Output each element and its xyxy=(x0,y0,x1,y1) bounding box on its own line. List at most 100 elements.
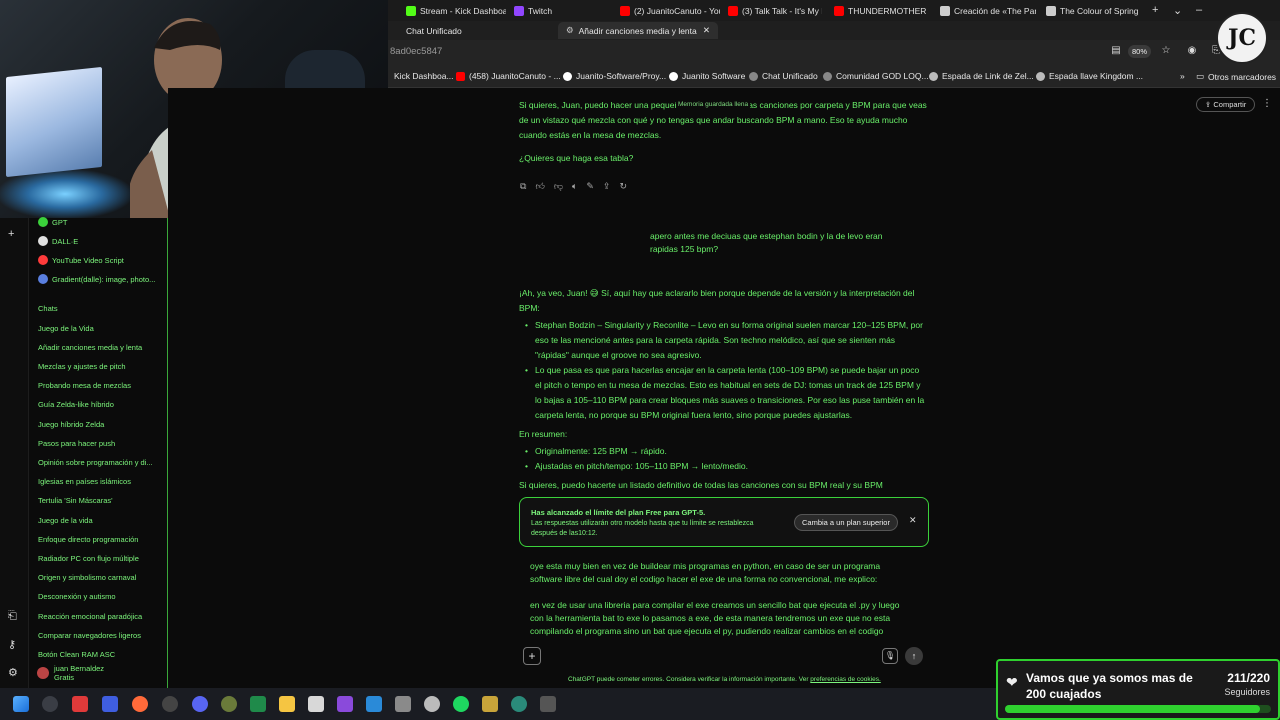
sidebar-chat-item[interactable]: Juego de la Vida xyxy=(38,324,166,333)
tab-twitch[interactable]: Twitch xyxy=(514,2,614,19)
edit-icon[interactable]: ✎ xyxy=(586,181,594,192)
app-icon[interactable] xyxy=(308,696,324,712)
library-icon[interactable]: ⎗ xyxy=(8,610,17,623)
bookmarks-overflow-icon[interactable]: » xyxy=(1180,71,1185,81)
app-icon[interactable] xyxy=(424,696,440,712)
sidebar-chat-item[interactable]: Juego híbrido Zelda xyxy=(38,420,166,429)
sidebar-chat-item[interactable]: Juego de la vida xyxy=(38,516,166,525)
bookmark-github-proyectos[interactable]: Juanito-Software/Proy... xyxy=(563,71,666,81)
sidebar-chat-item[interactable]: Guía Zelda-like híbrido xyxy=(38,400,166,409)
user-profile[interactable]: juan Bernaldez Gratis xyxy=(37,664,104,682)
memory-full-badge[interactable]: Memoria guardada llena xyxy=(676,101,751,108)
tab-wikipedia-colour[interactable]: The Colour of Spring - ... xyxy=(1046,2,1140,19)
tab-youtube-talk-talk[interactable]: (3) Talk Talk - It's My L... xyxy=(728,2,822,19)
regenerate-icon[interactable]: ↻ xyxy=(619,181,627,192)
sidebar-chat-item[interactable]: Reacción emocional paradójica xyxy=(38,612,166,621)
app-icon[interactable] xyxy=(221,696,237,712)
avatar xyxy=(37,667,49,679)
windows-start-icon[interactable] xyxy=(13,696,29,712)
bookmark-github-juanito-software[interactable]: Juanito Software xyxy=(669,71,745,81)
dalle-icon xyxy=(38,236,48,246)
bookmark-espada-link[interactable]: Espada de Link de Zel... xyxy=(929,71,1034,81)
share-message-icon[interactable]: ⇪ xyxy=(603,181,611,192)
app-icon[interactable] xyxy=(540,696,556,712)
tab-list-chevron-icon[interactable]: ⌄ xyxy=(1173,4,1182,17)
sidebar-chat-item[interactable]: Desconexión y autismo xyxy=(38,592,166,601)
close-icon[interactable]: ✕ xyxy=(909,515,917,526)
wikipedia-icon xyxy=(1046,5,1056,16)
obs-icon[interactable] xyxy=(162,696,178,712)
thumbs-up-icon[interactable]: 👍︎ xyxy=(535,181,544,192)
read-aloud-icon[interactable]: 🔈︎ xyxy=(572,181,577,192)
sidebar-chat-item[interactable]: Radiador PC con flujo múltiple xyxy=(38,554,166,563)
app-icon[interactable] xyxy=(395,696,411,712)
account-icon[interactable]: ◉ xyxy=(1186,45,1198,57)
git-icon[interactable] xyxy=(482,696,498,712)
kick-icon xyxy=(406,5,416,16)
vscode-icon[interactable] xyxy=(366,696,382,712)
tab-kick[interactable]: Stream - Kick Dashboa... xyxy=(406,2,506,19)
tab-youtube-juanito[interactable]: (2) JuanitoCanuto - You... xyxy=(620,2,720,19)
composer-input[interactable]: oye esta muy bien en vez de buildear mis… xyxy=(530,560,910,586)
thumbs-down-icon[interactable]: 👎︎ xyxy=(554,181,563,192)
cookie-preferences-link[interactable]: preferencias de cookies. xyxy=(810,676,880,683)
bookmark-espada-kingdom[interactable]: Espada llave Kingdom ... xyxy=(1036,71,1143,81)
sidebar-chat-item[interactable]: Iglesias en países islámicos xyxy=(38,477,166,486)
chatgpt-taskbar-icon[interactable] xyxy=(250,696,266,712)
address-bar[interactable]: 8ad0ec5847 ▤ 80% ☆ ◉ ⎘ xyxy=(388,40,1280,64)
sidebar-gpt-item[interactable]: Gradient(dalle): image, photo... xyxy=(38,274,155,284)
microphone-icon[interactable]: 🎙︎ xyxy=(882,648,898,664)
visual-studio-icon[interactable] xyxy=(337,696,353,712)
bookmark-other-folder[interactable]: ▭ Otros marcadores xyxy=(1196,71,1276,82)
spotify-icon[interactable] xyxy=(453,696,469,712)
sidebar-gpt-item[interactable]: DALL·E xyxy=(38,236,78,246)
close-tab-icon[interactable]: ✕ xyxy=(703,25,710,36)
bookmark-star-icon[interactable]: ☆ xyxy=(1160,45,1172,57)
bookmark-chat-unificado[interactable]: Chat Unificado xyxy=(749,71,818,81)
copy-icon[interactable]: ⧉ xyxy=(520,181,526,192)
share-button[interactable]: ⇪ Compartir xyxy=(1196,97,1256,112)
bookmark-youtube-juanito[interactable]: (458) JuanitoCanuto - ... xyxy=(456,71,561,81)
tab-youtube-thundermother[interactable]: THUNDERMOTHER - It ... xyxy=(834,2,928,19)
zoom-level[interactable]: 80% xyxy=(1128,45,1152,58)
webcam-light-glow xyxy=(0,170,130,218)
minimize-icon[interactable]: – xyxy=(1196,4,1202,16)
brave-icon[interactable] xyxy=(132,696,148,712)
reader-view-icon[interactable]: ▤ xyxy=(1110,45,1122,57)
app-icon[interactable] xyxy=(511,696,527,712)
search-icon[interactable] xyxy=(42,696,58,712)
file-explorer-icon[interactable] xyxy=(279,696,295,712)
sidebar-chat-item[interactable]: Botón Clean RAM ASC xyxy=(38,650,166,657)
attach-plus-button[interactable]: + xyxy=(523,647,541,665)
vegas-icon[interactable] xyxy=(102,696,118,712)
sidebar-chat-item-active[interactable]: Añadir canciones media y lenta xyxy=(38,343,166,352)
sidebar-gpt-item[interactable]: YouTube Video Script xyxy=(38,255,124,265)
sidebar-chat-item[interactable]: Mezclas y ajustes de pitch xyxy=(38,362,166,371)
tab-chat-unificado[interactable]: Chat Unificado xyxy=(398,22,470,39)
tab-wikipedia-party[interactable]: Creación de «The Party... xyxy=(940,2,1036,19)
discord-icon[interactable] xyxy=(192,696,208,712)
settings-gear-icon[interactable]: ⚙ xyxy=(8,666,18,679)
sidebar-chat-item[interactable]: Probando mesa de mezclas xyxy=(38,381,166,390)
send-arrow-icon[interactable]: ↑ xyxy=(905,647,923,665)
tab-anadir-canciones[interactable]: ⚙ Añadir canciones media y lenta ✕ xyxy=(558,22,718,39)
webcam-monitor xyxy=(6,66,102,178)
assistant-bullet: Stephan Bodzin – Singularity y Reconlite… xyxy=(525,318,927,363)
key-icon[interactable]: ⚷ xyxy=(8,638,16,651)
new-tab-icon[interactable]: + xyxy=(1152,4,1158,16)
twitch-studio-icon[interactable] xyxy=(72,696,88,712)
upgrade-plan-button[interactable]: Cambia a un plan superior xyxy=(794,514,898,531)
more-options-icon[interactable]: ⋮ xyxy=(1262,98,1272,109)
sidebar-chat-item[interactable]: Opinión sobre programación y di... xyxy=(38,458,166,467)
bookmark-comunidad-god[interactable]: Comunidad GOD LOQ... xyxy=(823,71,929,81)
sidebar-chat-item[interactable]: Origen y simbolismo carnaval xyxy=(38,573,166,582)
sidebar-chat-item[interactable]: Tertulia 'Sin Máscaras' xyxy=(38,496,166,505)
sidebar-chat-item[interactable]: Pasos para hacer push xyxy=(38,439,166,448)
sidebar-gpt-item[interactable]: GPT xyxy=(38,217,67,227)
new-chat-plus-icon[interactable]: + xyxy=(8,228,14,240)
sidebar-chat-item[interactable]: Comparar navegadores ligeros xyxy=(38,631,166,640)
bookmark-kick-dashboard[interactable]: Kick Dashboa... xyxy=(394,71,454,81)
url-text[interactable]: 8ad0ec5847 xyxy=(390,46,442,57)
sidebar-chat-item[interactable]: Enfoque directo programación xyxy=(38,535,166,544)
composer-input-continued[interactable]: en vez de usar una libreria para compila… xyxy=(530,599,915,638)
